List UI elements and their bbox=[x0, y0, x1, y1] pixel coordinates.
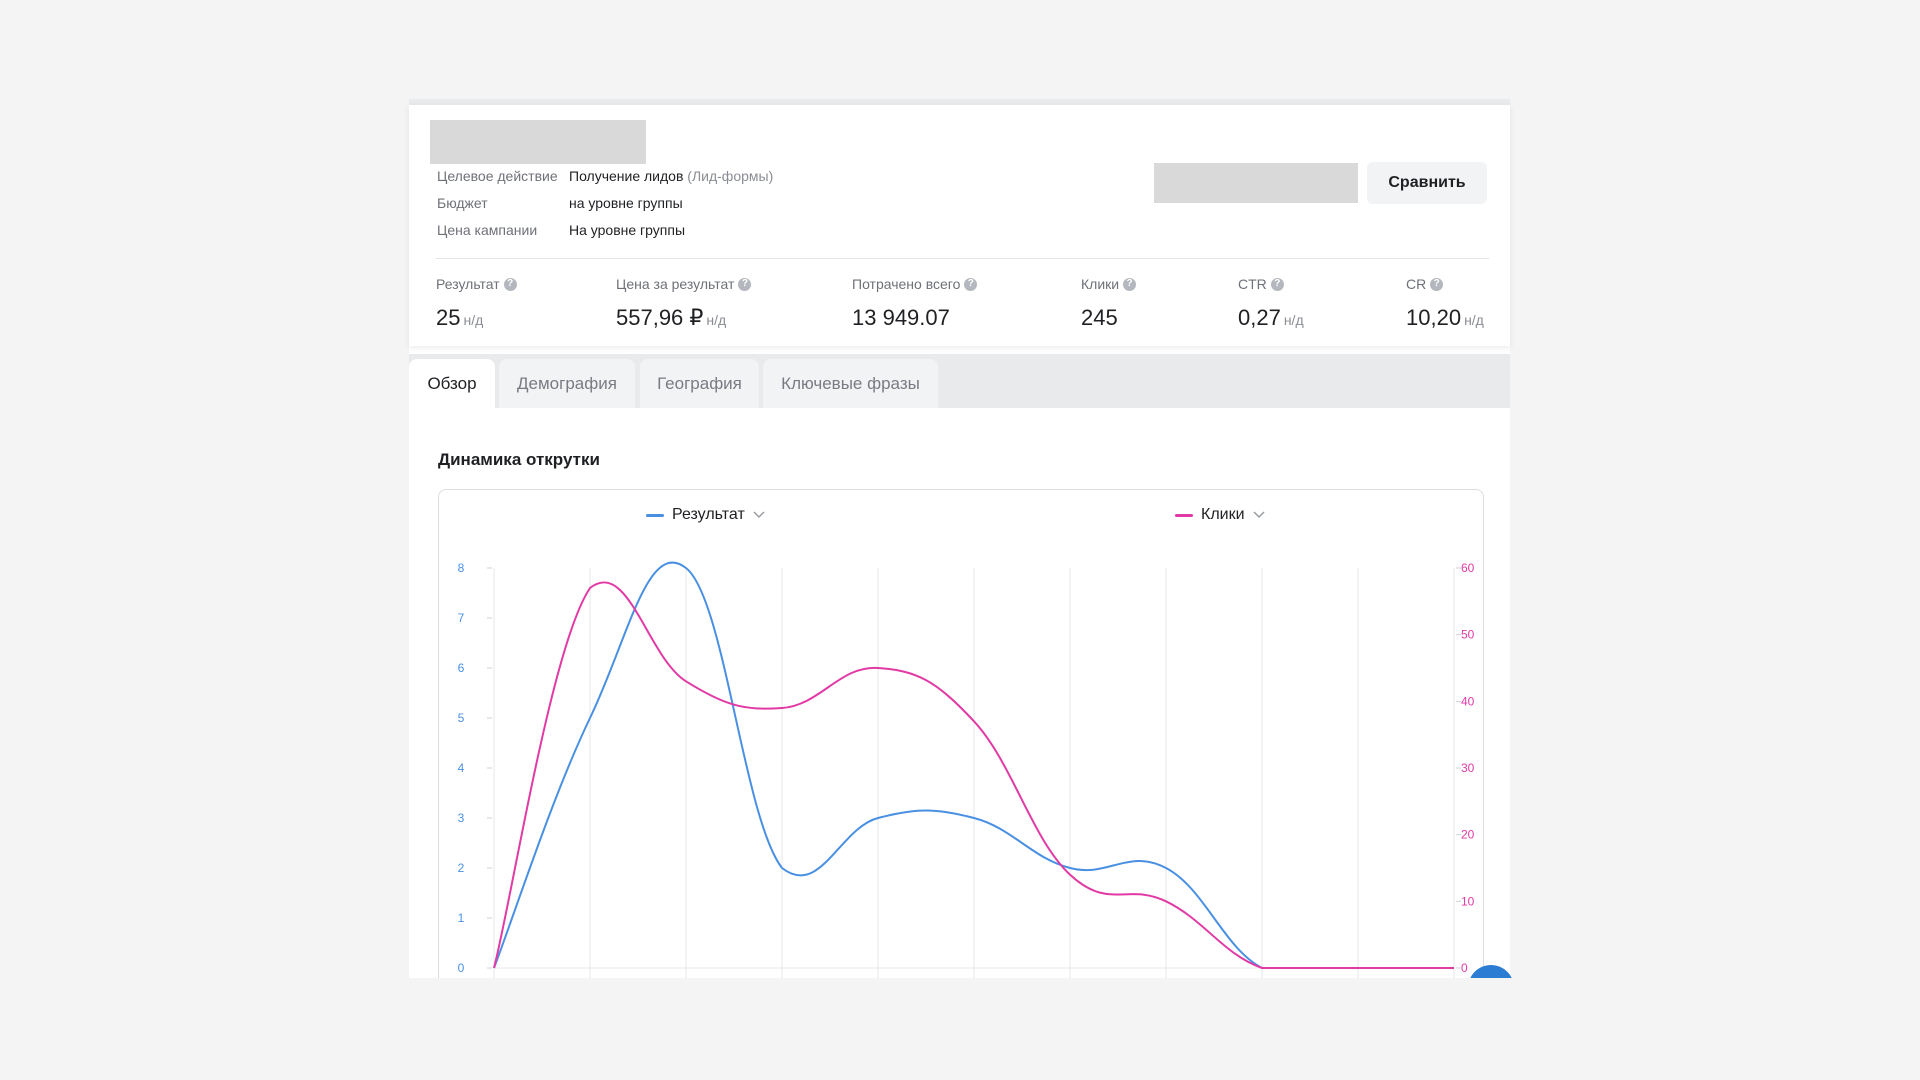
metric-na: н/д bbox=[463, 312, 484, 328]
tab-key-phrases[interactable]: Ключевые фразы bbox=[763, 359, 938, 408]
metric-label: Клики? bbox=[1081, 275, 1137, 293]
metric-clicks: Клики? 245 bbox=[1081, 275, 1137, 331]
metric-ctr: CTR? 0,27 н/д bbox=[1238, 275, 1304, 331]
tab-geography[interactable]: География bbox=[640, 359, 759, 408]
field-label: Бюджет bbox=[437, 195, 488, 211]
y-left-tick-label: 7 bbox=[458, 611, 465, 625]
field-value: Получение лидов bbox=[569, 168, 684, 184]
metric-number: 13 949.07 bbox=[852, 305, 950, 330]
y-right-tick-label: 10 bbox=[1461, 894, 1475, 908]
metric-label: Потрачено всего? bbox=[852, 275, 978, 293]
compare-button[interactable]: Сравнить bbox=[1367, 162, 1487, 204]
y-left-tick-label: 1 bbox=[458, 911, 465, 925]
y-right-tick-label: 50 bbox=[1461, 628, 1475, 642]
help-icon[interactable]: ? bbox=[503, 277, 517, 291]
metric-cr: CR? 10,20 н/д bbox=[1406, 275, 1484, 331]
metric-label-text: CTR bbox=[1238, 276, 1267, 292]
help-icon[interactable]: ? bbox=[1123, 277, 1137, 291]
metric-label-text: Результат bbox=[436, 276, 500, 292]
metric-label-text: CR bbox=[1406, 276, 1427, 292]
metric-label: CTR? bbox=[1238, 275, 1304, 293]
metric-label: Цена за результат? bbox=[616, 275, 752, 293]
field-budget: Бюджет на уровне группы bbox=[437, 194, 683, 212]
metric-value: 557,96 ₽ н/д bbox=[616, 305, 751, 331]
divider bbox=[436, 258, 1489, 259]
field-value: на уровне группы bbox=[569, 195, 683, 211]
metric-label-text: Клики bbox=[1081, 276, 1120, 292]
help-icon[interactable]: ? bbox=[1430, 277, 1444, 291]
metric-number: 0,27 bbox=[1238, 305, 1281, 330]
chart-container: Результат Клики 0 1 2 3 4 5 6 7 8 0 10 20 30 40 50 60 bbox=[438, 489, 1484, 989]
y-right-tick-label: 40 bbox=[1461, 694, 1475, 708]
metric-label: Результат? bbox=[436, 275, 517, 293]
field-campaign-price: Цена кампании На уровне группы bbox=[437, 221, 685, 239]
tabs-bar: Обзор Демография География Ключевые фраз… bbox=[409, 354, 1510, 408]
y-left-tick-label: 3 bbox=[458, 811, 465, 825]
help-icon[interactable]: ? bbox=[738, 277, 752, 291]
tab-demography[interactable]: Демография bbox=[499, 359, 635, 408]
metric-spent-total: Потрачено всего? 13 949.07 bbox=[852, 275, 978, 331]
metric-label-text: Потрачено всего bbox=[852, 276, 961, 292]
y-right-tick-label: 20 bbox=[1461, 828, 1475, 842]
y-left-tick-label: 2 bbox=[458, 861, 465, 875]
field-target-action: Целевое действие Получение лидов (Лид-фор… bbox=[437, 167, 773, 185]
y-left-tick-label: 6 bbox=[458, 661, 465, 675]
metric-number: 557,96 ₽ bbox=[616, 305, 704, 330]
metric-value: 10,20 н/д bbox=[1406, 305, 1484, 331]
metric-cost-per-result: Цена за результат? 557,96 ₽ н/д bbox=[616, 275, 752, 331]
tab-overview[interactable]: Обзор bbox=[409, 359, 495, 408]
y-right-tick-label: 60 bbox=[1461, 561, 1475, 575]
help-icon[interactable]: ? bbox=[964, 277, 978, 291]
metric-label-text: Цена за результат bbox=[616, 276, 735, 292]
metric-na: н/д bbox=[1283, 312, 1304, 328]
campaign-panel: Целевое действие Получение лидов (Лид-фор… bbox=[409, 99, 1514, 1011]
y-left-tick-label: 8 bbox=[458, 561, 465, 575]
y-left-tick-label: 0 bbox=[458, 961, 465, 975]
metric-number: 25 bbox=[436, 305, 461, 330]
field-value: На уровне группы bbox=[569, 222, 686, 238]
line-chart: 0 1 2 3 4 5 6 7 8 0 10 20 30 40 50 60 bbox=[458, 561, 1475, 980]
metric-result: Результат? 25 н/д bbox=[436, 275, 517, 331]
metric-number: 10,20 bbox=[1406, 305, 1462, 330]
metric-value: 13 949.07 bbox=[852, 305, 977, 331]
y-right-tick-label: 30 bbox=[1461, 761, 1475, 775]
metric-value: 25 н/д bbox=[436, 305, 517, 331]
metric-label: CR? bbox=[1406, 275, 1484, 293]
y-left-tick-label: 5 bbox=[458, 711, 465, 725]
page-background bbox=[0, 978, 1920, 1080]
metric-value: 0,27 н/д bbox=[1238, 305, 1304, 331]
campaign-title-redacted bbox=[430, 120, 646, 164]
section-title: Динамика открутки bbox=[438, 450, 600, 469]
field-label: Целевое действие bbox=[437, 168, 558, 184]
redacted-control bbox=[1154, 163, 1358, 203]
metric-na: н/д bbox=[706, 312, 727, 328]
metric-number: 245 bbox=[1081, 305, 1118, 330]
field-hint: (Лид-формы) bbox=[687, 168, 774, 184]
y-right-tick-label: 0 bbox=[1461, 961, 1468, 975]
field-label: Цена кампании bbox=[437, 222, 538, 238]
metric-value: 245 bbox=[1081, 305, 1136, 331]
y-left-tick-label: 4 bbox=[458, 761, 465, 775]
metric-na: н/д bbox=[1464, 312, 1484, 328]
campaign-header-card: Целевое действие Получение лидов (Лид-фор… bbox=[409, 105, 1510, 346]
help-icon[interactable]: ? bbox=[1270, 277, 1284, 291]
